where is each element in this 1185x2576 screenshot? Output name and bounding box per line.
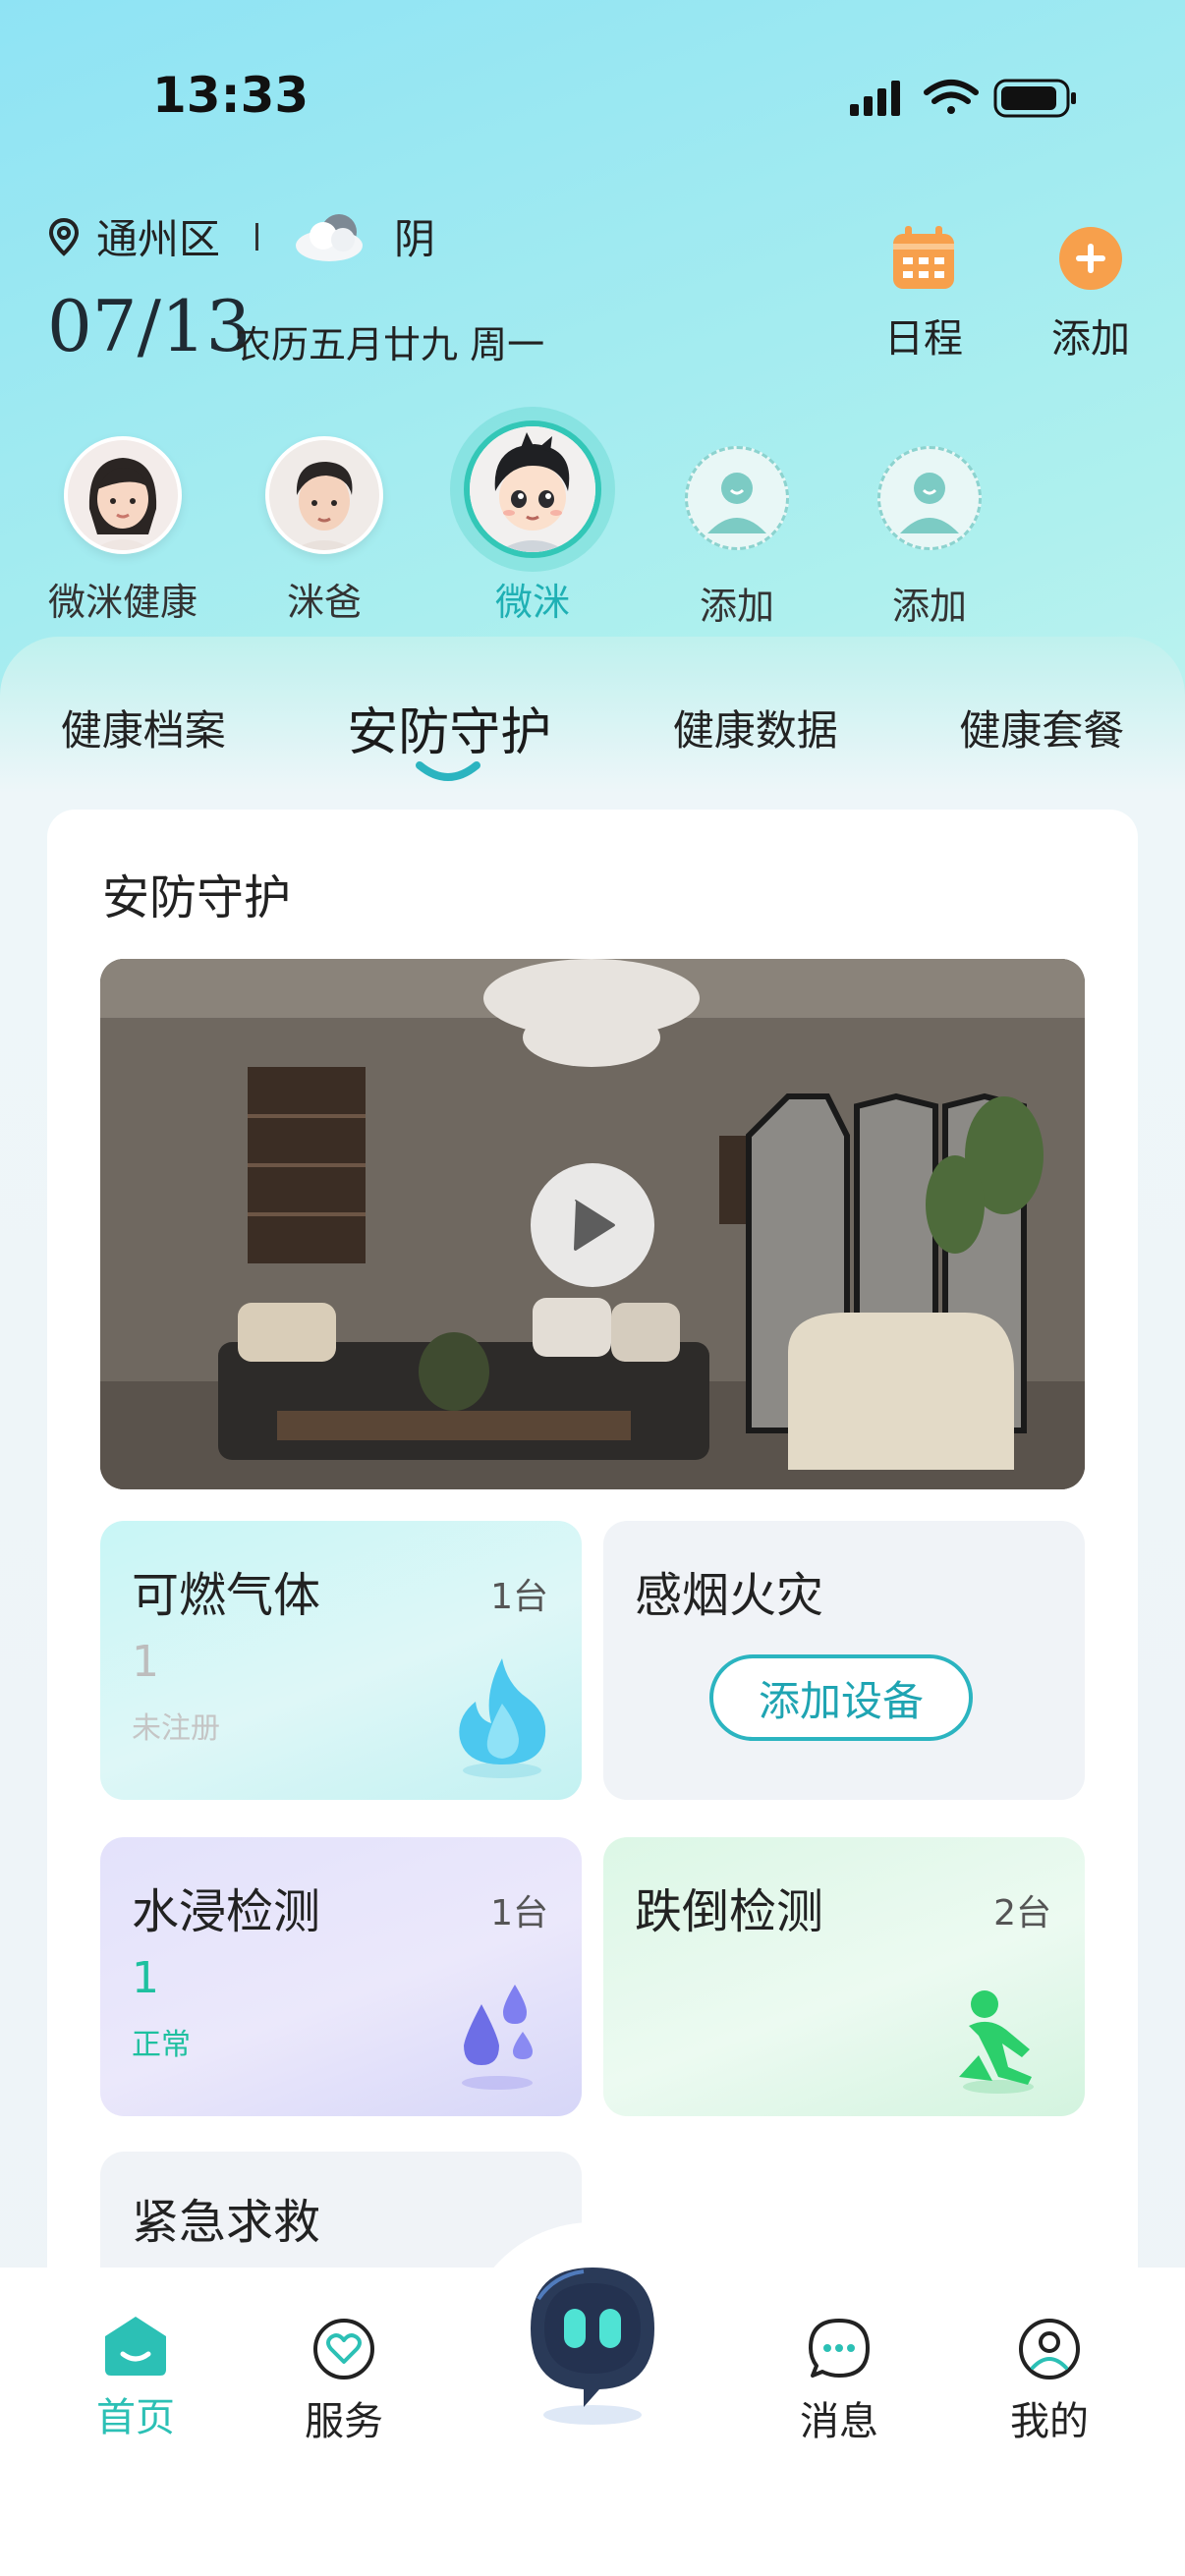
- nav-home[interactable]: 首页: [57, 2315, 214, 2442]
- flame-icon: [459, 1658, 546, 1778]
- nav-mine-label: 我的: [1010, 2399, 1089, 2444]
- plus-circle-icon: [1059, 227, 1122, 290]
- tile-title: 紧急求救: [132, 2195, 321, 2250]
- tile-gas[interactable]: 可燃气体 1台 1 未注册: [100, 1521, 582, 1800]
- tab-security-wrap: 安防守护: [347, 691, 551, 781]
- tile-water[interactable]: 水浸检测 1台 1 正常: [100, 1837, 582, 2116]
- nav-service[interactable]: 服务: [265, 2317, 423, 2446]
- calendar-icon: [893, 226, 954, 289]
- add-member-placeholder: [685, 446, 789, 550]
- divider: [255, 222, 259, 251]
- cloud-icon: [296, 213, 364, 261]
- location-pin-icon: [48, 217, 80, 256]
- tab-health-package[interactable]: 健康套餐: [959, 698, 1124, 757]
- add-device-button[interactable]: 添加设备: [709, 1654, 973, 1741]
- tab-health-data[interactable]: 健康数据: [673, 698, 838, 757]
- weather-text: 阴: [394, 215, 436, 263]
- tile-status: 未注册: [132, 1711, 220, 1746]
- avatar-child: [464, 420, 601, 558]
- robot-assistant-icon: [531, 2268, 654, 2425]
- tab-security[interactable]: 安防守护: [347, 691, 551, 764]
- add-header-button[interactable]: 添加: [1051, 224, 1130, 364]
- member-weimi-selected[interactable]: 微洣: [444, 420, 621, 626]
- tile-title: 可燃气体: [132, 1568, 321, 1623]
- member-weimi-health[interactable]: 微洣健康: [34, 436, 211, 626]
- tile-title: 感烟火灾: [635, 1568, 824, 1623]
- tab-bar: 健康档案 安防守护 健康数据 健康套餐: [0, 648, 1185, 806]
- member-mi-dad[interactable]: 洣爸: [236, 436, 413, 626]
- schedule-label: 日程: [884, 316, 963, 362]
- home-icon: [105, 2317, 166, 2376]
- add-label: 添加: [1051, 316, 1130, 362]
- date-text: 07/13: [47, 285, 252, 367]
- chat-bubble-icon: [809, 2319, 870, 2378]
- tab-health-record[interactable]: 健康档案: [61, 698, 226, 757]
- nav-home-label: 首页: [96, 2395, 175, 2440]
- wifi-icon: [924, 80, 979, 114]
- status-time: 13:33: [152, 67, 310, 124]
- person-placeholder-icon: [707, 473, 766, 533]
- member-label: 添加: [699, 585, 774, 628]
- tile-fall[interactable]: 跌倒检测 2台: [603, 1837, 1085, 2116]
- heart-circle-icon: [313, 2319, 374, 2380]
- tile-title: 水浸检测: [132, 1884, 321, 1939]
- battery-icon: [993, 79, 1076, 118]
- nav-robot-assistant[interactable]: [515, 2260, 670, 2431]
- location-text: 通州区: [96, 215, 221, 263]
- play-icon: [574, 1200, 615, 1251]
- user-circle-icon: [1019, 2319, 1080, 2380]
- tile-smoke[interactable]: 感烟火灾 添加设备: [603, 1521, 1085, 1800]
- water-drop-icon: [462, 1985, 533, 2090]
- tile-title: 跌倒检测: [635, 1884, 824, 1939]
- status-icons: [850, 77, 1086, 124]
- nav-safe-area: [0, 2464, 1185, 2576]
- add-member-placeholder: [877, 446, 982, 550]
- camera-video-preview[interactable]: [100, 959, 1085, 1489]
- tile-value: 1: [132, 1953, 159, 2003]
- nav-message-label: 消息: [800, 2399, 878, 2444]
- avatar-man: [265, 436, 383, 554]
- nav-mine[interactable]: 我的: [971, 2317, 1128, 2446]
- nav-message[interactable]: 消息: [761, 2317, 918, 2446]
- section-title: 安防守护: [102, 870, 292, 925]
- member-label: 微洣健康: [47, 581, 198, 624]
- nav-service-label: 服务: [305, 2399, 383, 2444]
- signal-icon: [850, 81, 900, 116]
- member-label: 微洣: [494, 581, 570, 624]
- person-placeholder-icon: [900, 473, 959, 533]
- tile-count: 2台: [993, 1893, 1051, 1933]
- tile-count: 1台: [490, 1893, 548, 1933]
- member-label: 添加: [891, 585, 967, 628]
- avatar-woman: [64, 436, 182, 554]
- location-weather-row[interactable]: 通州区 阴: [47, 206, 435, 266]
- tile-status: 正常: [132, 2028, 191, 2062]
- tab-active-indicator: [416, 760, 481, 781]
- tile-count: 1台: [490, 1577, 548, 1617]
- add-member-button-2[interactable]: 添加: [841, 446, 1018, 630]
- add-member-button-1[interactable]: 添加: [649, 446, 825, 630]
- member-label: 洣爸: [286, 581, 362, 624]
- fall-person-icon: [959, 1990, 1034, 2094]
- lunar-date: 农历五月廿九 周一: [234, 323, 545, 366]
- schedule-button[interactable]: 日程: [884, 224, 963, 364]
- tile-value: 1: [132, 1637, 159, 1687]
- play-button[interactable]: [531, 1163, 654, 1287]
